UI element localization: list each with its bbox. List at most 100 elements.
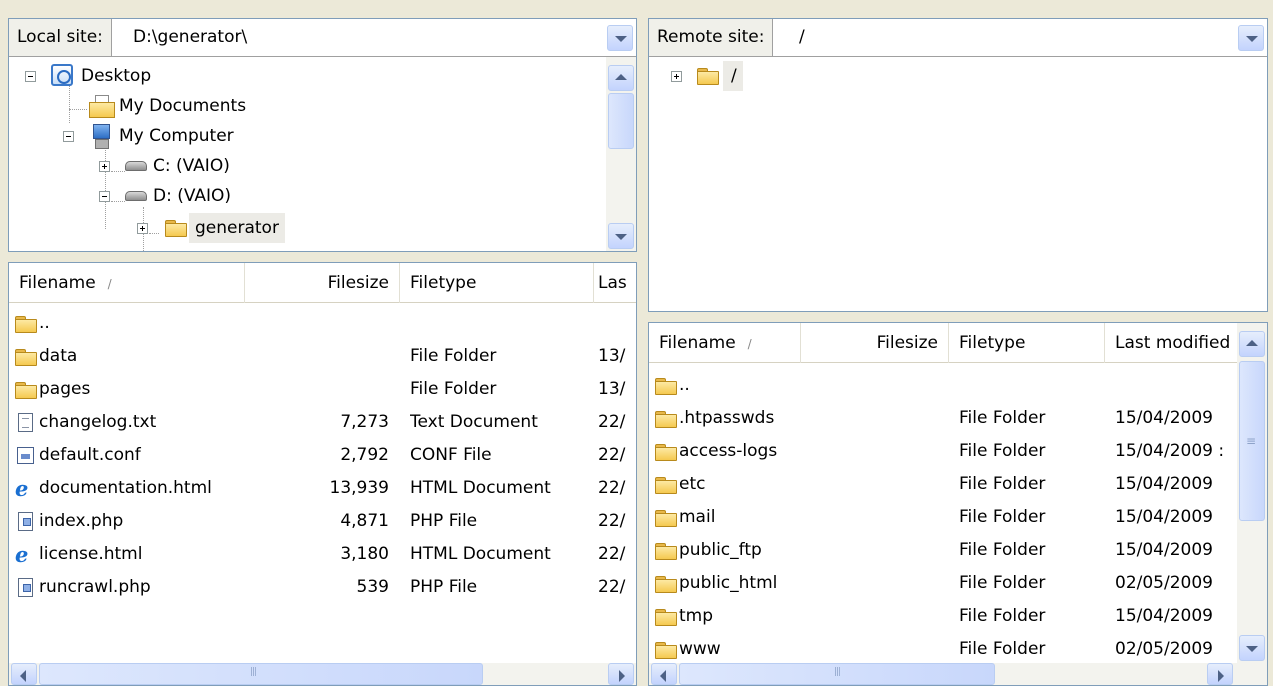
remote-site-dropdown-button[interactable] [1238, 25, 1264, 51]
drive-icon [125, 191, 147, 201]
scroll-grip: ||| [250, 667, 257, 677]
local-file-list-panel: Filename / Filesize Filetype Las .. data Fi… [8, 262, 637, 686]
expand-icon[interactable] [137, 223, 148, 234]
local-site-dropdown-button[interactable] [607, 25, 633, 51]
remote-file-row[interactable]: .htpasswds File Folder 15/04/2009 [649, 402, 1237, 435]
remote-file-list-panel: Filename / Filesize Filetype Last modifie… [648, 322, 1268, 686]
tree-node-label: My Documents [119, 96, 247, 116]
remote-file-row[interactable]: access-logs File Folder 15/04/2009 : [649, 435, 1237, 468]
local-file-row[interactable]: index.php 4,871 PHP File 22/ [9, 505, 636, 538]
folder-icon [655, 510, 677, 527]
file-type: File Folder [959, 507, 1046, 527]
remote-file-row[interactable]: www File Folder 02/05/2009 [649, 633, 1237, 666]
remote-file-row[interactable]: etc File Folder 15/04/2009 [649, 468, 1237, 501]
folder-icon [15, 316, 37, 333]
file-type: HTML Document [410, 478, 551, 498]
folder-icon [655, 444, 677, 461]
scroll-left-button[interactable] [651, 663, 677, 685]
scroll-down-button[interactable] [608, 223, 634, 249]
remote-list-hscrollbar[interactable]: ||| [649, 663, 1267, 685]
folder-icon [697, 68, 719, 85]
scroll-thumb[interactable]: ||| [39, 663, 483, 685]
file-date: 02/05/2009 [1115, 573, 1213, 593]
scroll-down-button[interactable] [1239, 635, 1265, 661]
column-header-filename[interactable]: Filename / [9, 263, 245, 303]
local-file-row[interactable]: changelog.txt 7,273 Text Document 22/ [9, 406, 636, 439]
local-site-path-input[interactable]: D:\generator\ [133, 27, 247, 47]
collapse-icon[interactable] [99, 191, 110, 202]
remote-site-label: Remote site: [649, 19, 774, 56]
column-header-filetype[interactable]: Filetype [400, 263, 594, 303]
ie-html-icon: e [15, 476, 29, 501]
file-name: index.php [39, 511, 124, 531]
remote-list-vscrollbar[interactable]: ≡ [1237, 323, 1267, 663]
scroll-up-button[interactable] [1239, 331, 1265, 357]
remote-file-row[interactable]: mail File Folder 15/04/2009 [649, 501, 1237, 534]
folder-icon [15, 349, 37, 366]
tree-node-label: Desktop [81, 66, 152, 86]
file-type: PHP File [410, 511, 478, 531]
file-type [410, 307, 594, 340]
remote-file-row[interactable]: public_html File Folder 02/05/2009 [649, 567, 1237, 600]
file-size: 4,871 [340, 511, 389, 531]
local-site-path-combo[interactable]: D:\generator\ [123, 19, 636, 56]
file-size: 3,180 [340, 544, 389, 564]
local-list-header: Filename / Filesize Filetype Las [9, 263, 636, 303]
expand-icon[interactable] [99, 161, 110, 172]
scroll-left-button[interactable] [11, 663, 37, 685]
conf-file-icon [17, 447, 34, 464]
local-file-row[interactable]: .. [9, 307, 636, 340]
local-file-row[interactable]: runcrawl.php 539 PHP File 22/ [9, 571, 636, 604]
column-header-filetype[interactable]: Filetype [949, 323, 1105, 363]
file-date: 15/04/2009 [1115, 540, 1213, 560]
tree-node-label: generator [189, 213, 285, 243]
file-name: changelog.txt [39, 412, 157, 432]
file-type: File Folder [959, 441, 1046, 461]
collapse-icon[interactable] [25, 71, 36, 82]
scroll-thumb[interactable]: ||| [679, 663, 995, 685]
file-size: 7,273 [340, 412, 389, 432]
file-name: public_ftp [679, 540, 762, 560]
local-list-hscrollbar[interactable]: ||| [9, 663, 636, 685]
scroll-thumb[interactable] [608, 93, 634, 149]
scroll-up-button[interactable] [608, 65, 634, 91]
folder-icon [655, 642, 677, 659]
remote-file-row[interactable]: public_ftp File Folder 15/04/2009 [649, 534, 1237, 567]
file-date: 15/04/2009 [1115, 474, 1213, 494]
file-size [245, 340, 389, 373]
collapse-icon[interactable] [63, 131, 74, 142]
column-header-filesize[interactable]: Filesize [245, 263, 400, 303]
column-header-last-modified[interactable]: Las [594, 263, 636, 303]
scroll-right-button[interactable] [608, 663, 634, 685]
file-date [1115, 369, 1237, 402]
file-date: 13/ [598, 379, 626, 399]
column-header-last-modified[interactable]: Last modified [1105, 323, 1239, 363]
tree-node-label: D: (VAIO) [153, 186, 232, 206]
remote-site-path-input[interactable]: / [799, 27, 805, 47]
local-file-row[interactable]: default.conf 2,792 CONF File 22/ [9, 439, 636, 472]
desktop-icon [51, 64, 73, 86]
remote-file-row[interactable]: tmp File Folder 15/04/2009 [649, 600, 1237, 633]
local-file-row[interactable]: e documentation.html 13,939 HTML Document 22… [9, 472, 636, 505]
folder-icon [15, 382, 37, 399]
column-header-filesize[interactable]: Filesize [801, 323, 949, 363]
file-date: 22/ [598, 577, 626, 597]
remote-file-row[interactable]: .. [649, 369, 1237, 402]
scroll-thumb[interactable]: ≡ [1239, 361, 1265, 521]
local-file-row[interactable]: data File Folder 13/ [9, 340, 636, 373]
file-name: mail [679, 507, 716, 527]
file-date: 15/04/2009 [1115, 507, 1213, 527]
local-tree-scrollbar[interactable] [606, 57, 636, 251]
local-file-row[interactable]: e license.html 3,180 HTML Document 22/ [9, 538, 636, 571]
scroll-right-button[interactable] [1207, 663, 1233, 685]
sort-ascending-icon: / [747, 337, 752, 351]
scroll-grip: ≡ [1246, 434, 1256, 448]
remote-tree-panel: Remote site: / / [648, 18, 1268, 312]
remote-site-path-combo[interactable]: / [789, 19, 1267, 56]
column-header-filename[interactable]: Filename / [649, 323, 801, 363]
php-file-icon [18, 578, 33, 597]
file-type: HTML Document [410, 544, 551, 564]
local-file-row[interactable]: pages File Folder 13/ [9, 373, 636, 406]
column-label: Last modified [1115, 333, 1231, 353]
expand-icon[interactable] [671, 71, 682, 82]
